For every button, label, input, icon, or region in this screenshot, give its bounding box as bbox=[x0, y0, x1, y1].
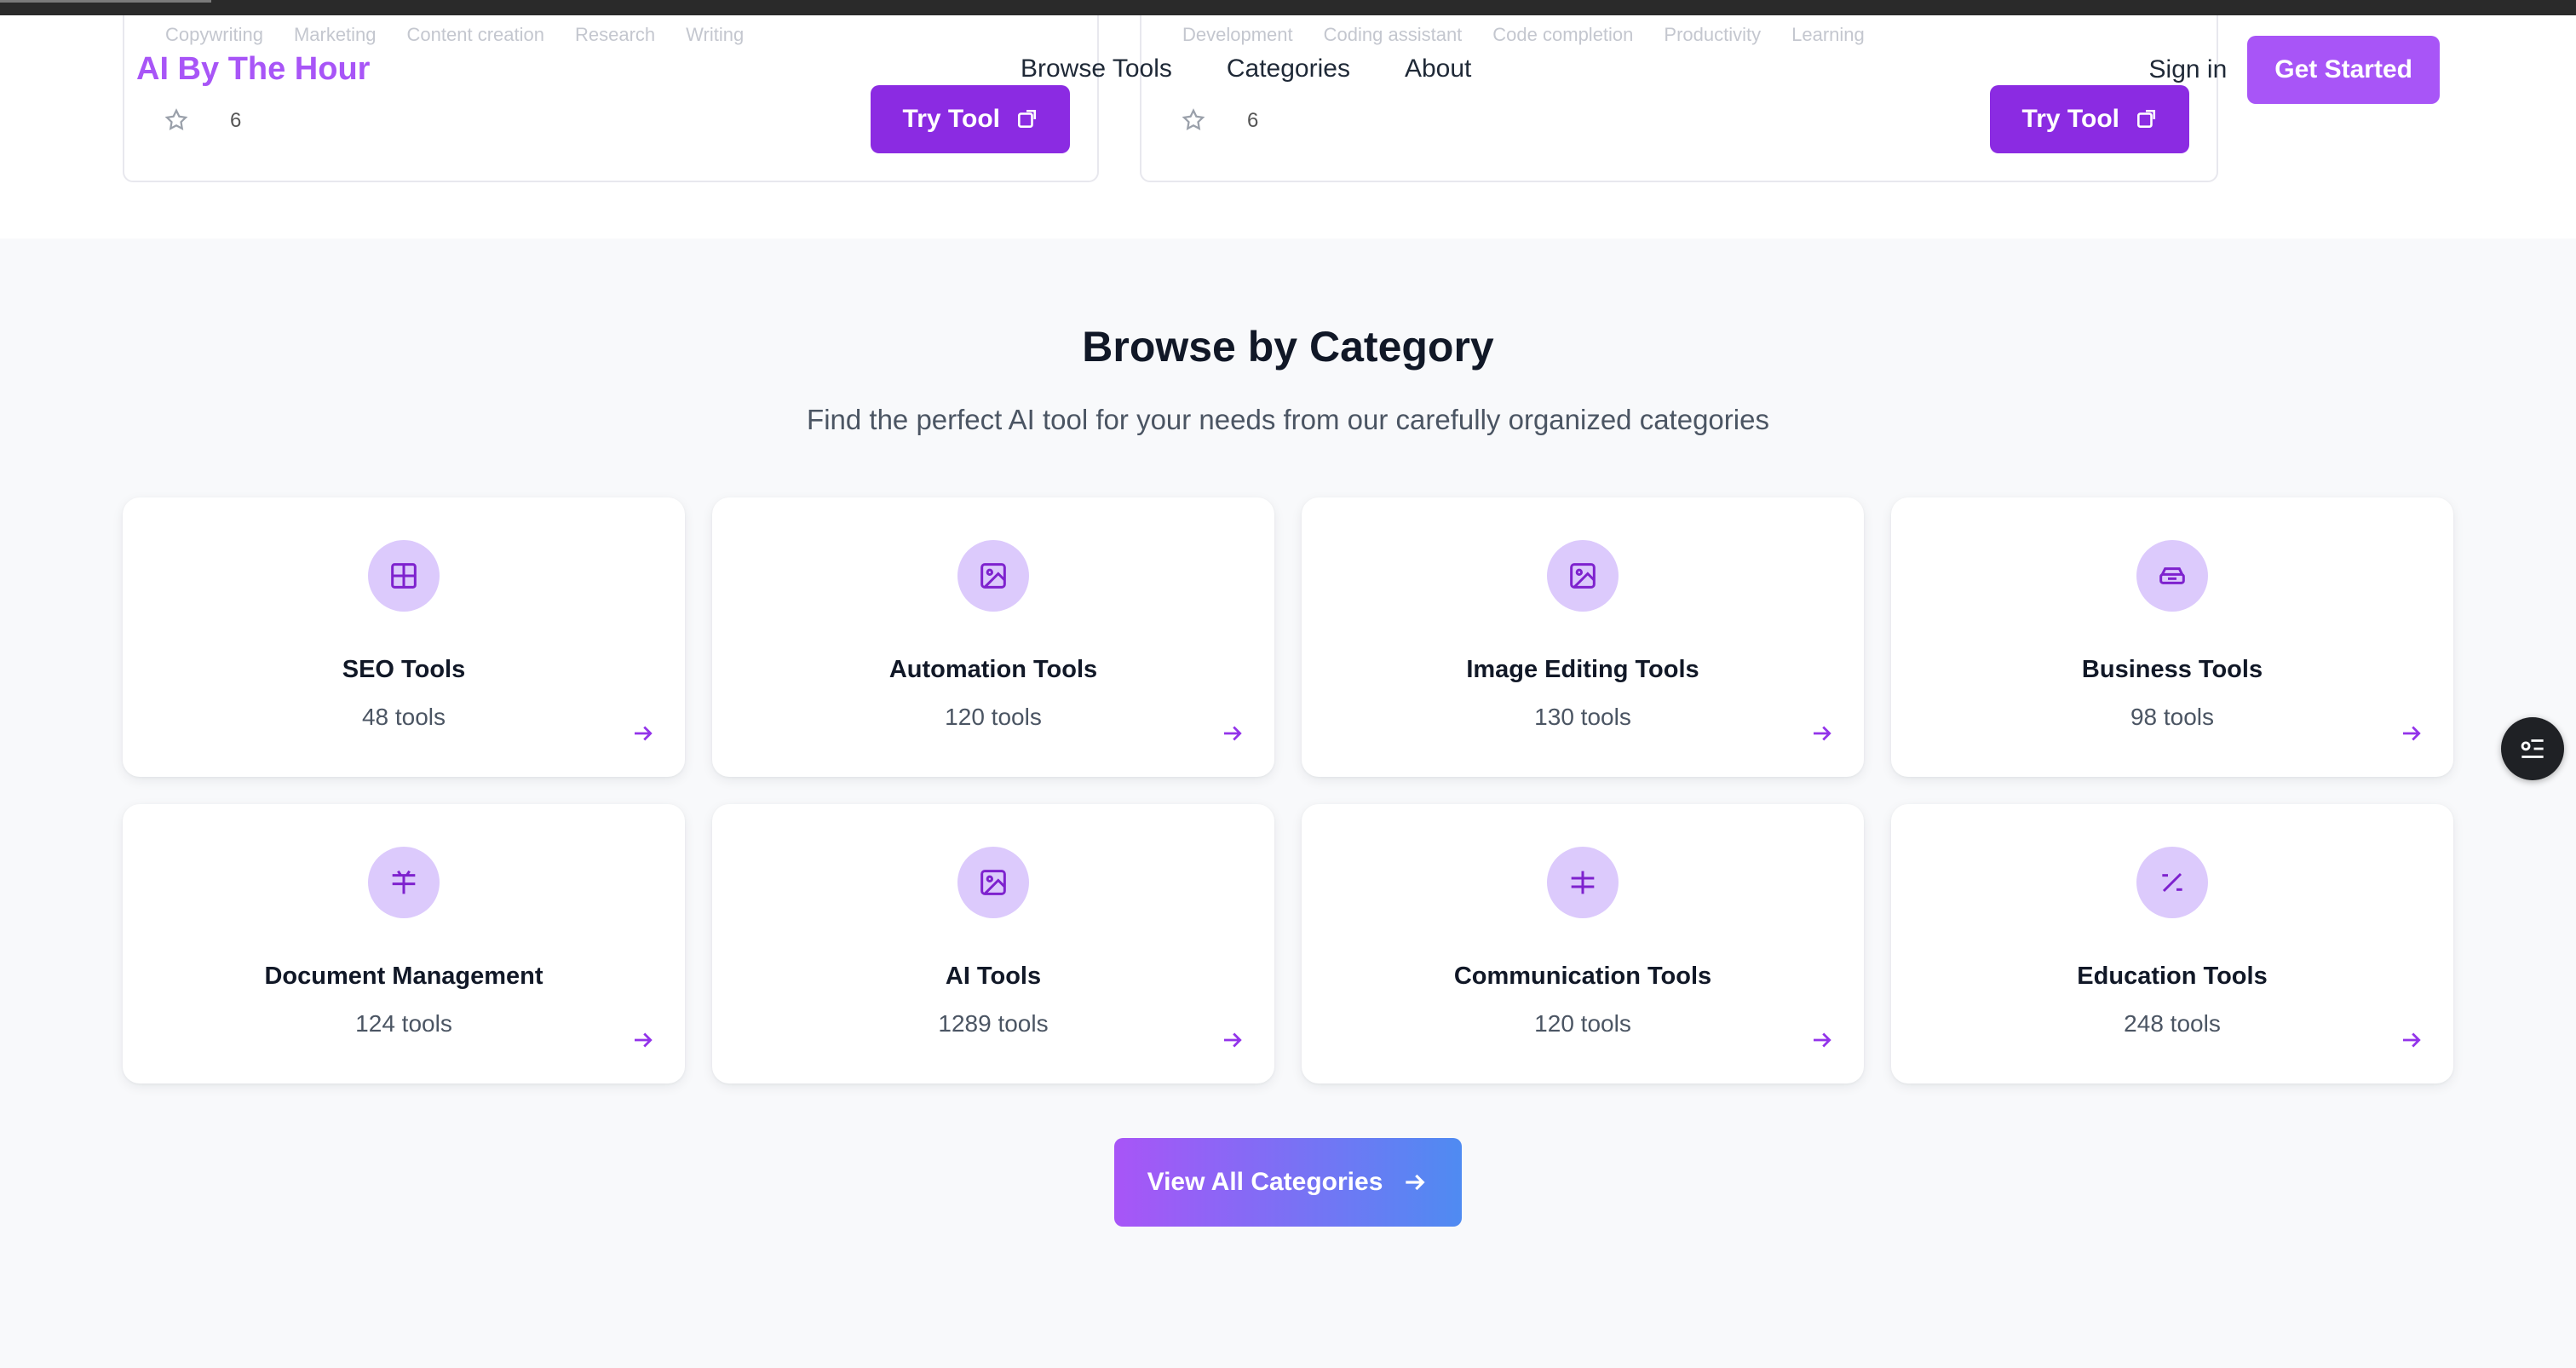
category-card-image-editing-tools[interactable]: Image Editing Tools 130 tools bbox=[1302, 497, 1864, 777]
category-card-communication-tools[interactable]: Communication Tools 120 tools bbox=[1302, 804, 1864, 1083]
category-card-education-tools[interactable]: Education Tools 248 tools bbox=[1891, 804, 2453, 1083]
category-count: 130 tools bbox=[1534, 704, 1631, 730]
category-card-automation-tools[interactable]: Automation Tools 120 tools bbox=[712, 497, 1274, 777]
category-count: 1289 tools bbox=[938, 1010, 1049, 1037]
arrow-right-icon bbox=[1224, 1032, 1242, 1048]
image-icon bbox=[957, 540, 1029, 612]
image-icon bbox=[1547, 540, 1619, 612]
site-header: AI By The Hour Browse Tools Categories A… bbox=[0, 15, 2576, 123]
nav-browse-tools[interactable]: Browse Tools bbox=[1021, 55, 1172, 83]
grid-icon bbox=[368, 540, 440, 612]
hash-icon bbox=[1547, 847, 1619, 918]
category-name: Image Editing Tools bbox=[1466, 656, 1699, 683]
category-card-seo-tools[interactable]: SEO Tools 48 tools bbox=[123, 497, 685, 777]
category-card-business-tools[interactable]: Business Tools 98 tools bbox=[1891, 497, 2453, 777]
category-name: Document Management bbox=[264, 963, 543, 990]
percent-icon bbox=[2136, 847, 2208, 918]
category-name: SEO Tools bbox=[342, 656, 466, 683]
nav-about[interactable]: About bbox=[1405, 55, 1471, 83]
category-grid: SEO Tools 48 tools Automation Tools 120 … bbox=[123, 497, 2453, 1083]
view-all-categories-button[interactable]: View All Categories bbox=[1114, 1138, 1462, 1227]
category-count: 124 tools bbox=[355, 1010, 452, 1037]
floating-assistant-button[interactable] bbox=[2501, 717, 2564, 780]
category-count: 120 tools bbox=[945, 704, 1042, 730]
arrow-right-icon bbox=[635, 1032, 653, 1048]
category-name: Automation Tools bbox=[888, 656, 1098, 683]
site-logo[interactable]: AI By The Hour bbox=[136, 51, 370, 88]
get-started-button[interactable]: Get Started bbox=[2247, 36, 2440, 104]
section-title: Browse by Category bbox=[1082, 323, 1494, 371]
arrow-right-icon bbox=[2403, 726, 2421, 741]
category-card-ai-tools[interactable]: AI Tools 1289 tools bbox=[712, 804, 1274, 1083]
category-count: 98 tools bbox=[2130, 704, 2215, 730]
main-nav: Browse Tools Categories About bbox=[1021, 55, 1471, 83]
auth-actions: Sign in Get Started bbox=[2149, 36, 2440, 104]
sign-in-link[interactable]: Sign in bbox=[2149, 55, 2228, 84]
nav-categories[interactable]: Categories bbox=[1227, 55, 1350, 83]
arrow-right-icon bbox=[2403, 1032, 2421, 1048]
document-icon bbox=[368, 847, 440, 918]
section-subtitle: Find the perfect AI tool for your needs … bbox=[807, 404, 1769, 435]
list-settings-icon bbox=[2521, 739, 2544, 758]
category-name: Education Tools bbox=[2077, 963, 2268, 990]
category-card-document-management[interactable]: Document Management 124 tools bbox=[123, 804, 685, 1083]
browser-top-strip bbox=[0, 0, 2576, 15]
view-all-label: View All Categories bbox=[1147, 1168, 1383, 1196]
category-name: Communication Tools bbox=[1453, 963, 1712, 990]
briefcase-icon bbox=[2136, 540, 2208, 612]
image-icon bbox=[957, 847, 1029, 918]
arrow-right-icon bbox=[1814, 1032, 1831, 1048]
arrow-right-icon bbox=[635, 726, 653, 741]
arrow-right-icon bbox=[1814, 726, 1831, 741]
category-count: 48 tools bbox=[361, 704, 446, 730]
category-name: AI Tools bbox=[945, 963, 1042, 990]
arrow-right-icon bbox=[1224, 726, 1242, 741]
arrow-right-icon bbox=[1406, 1174, 1425, 1191]
tab-indicator bbox=[0, 0, 211, 3]
category-count: 248 tools bbox=[2124, 1010, 2221, 1037]
category-count: 120 tools bbox=[1534, 1010, 1631, 1037]
category-name: Business Tools bbox=[2081, 656, 2263, 683]
